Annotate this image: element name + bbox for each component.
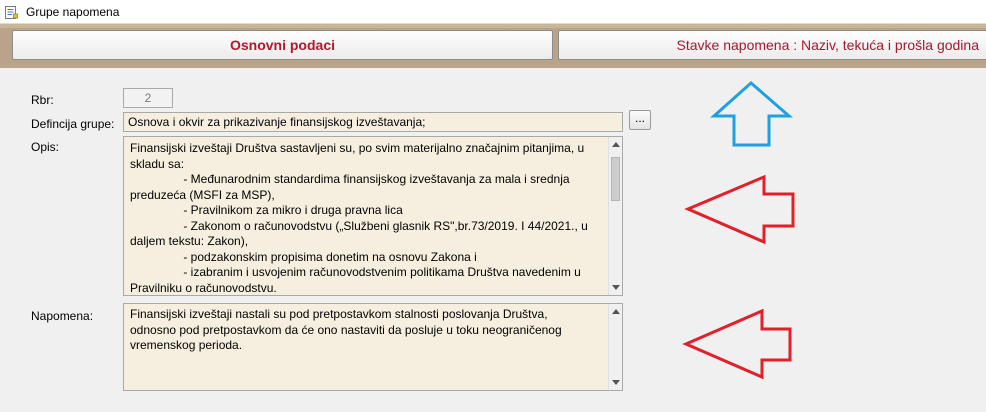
arrow-up-outline-icon xyxy=(710,81,794,147)
annotation-arrows xyxy=(682,81,795,380)
arrow-left-outline-icon xyxy=(682,308,792,380)
arrow-left-outline-icon xyxy=(684,174,795,245)
